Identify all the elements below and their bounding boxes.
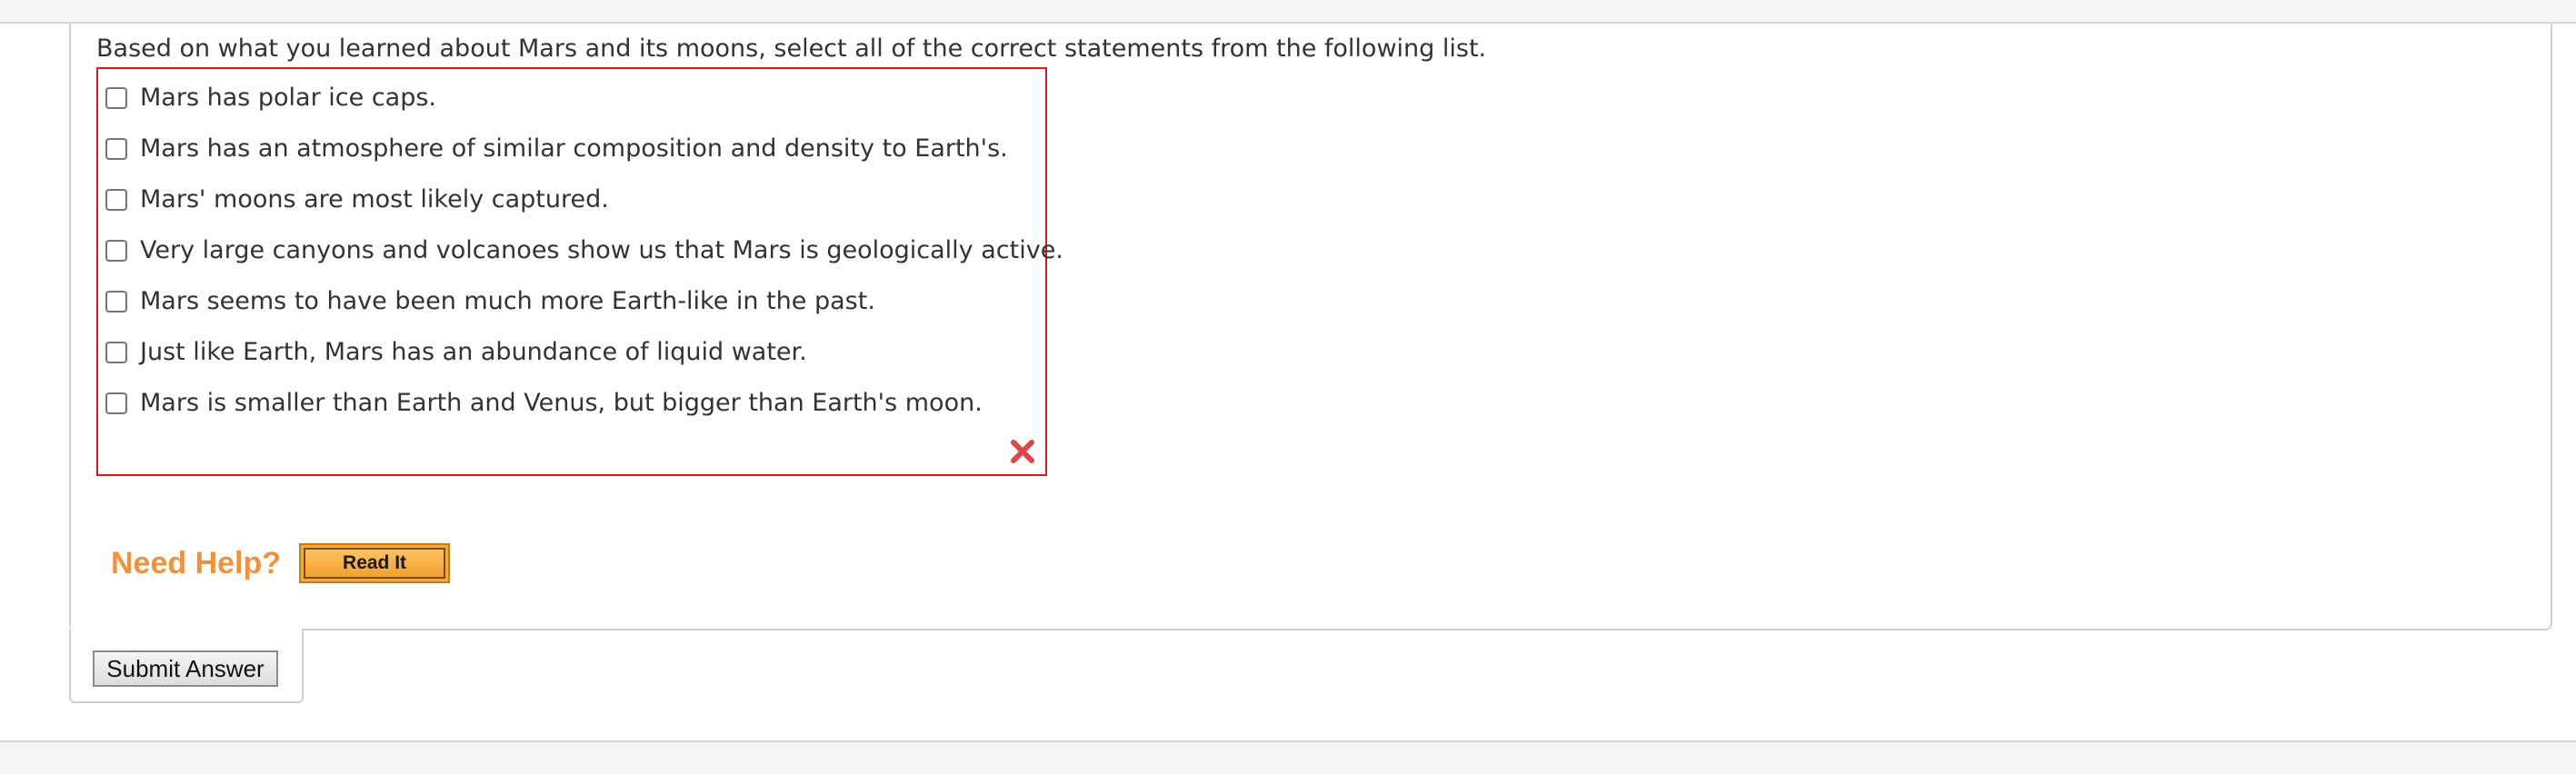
choice-checkbox[interactable] — [105, 291, 127, 313]
choice-label: Mars is smaller than Earth and Venus, bu… — [140, 389, 983, 417]
choice-label: Mars' moons are most likely captured. — [140, 185, 609, 213]
choice-label: Just like Earth, Mars has an abundance o… — [140, 338, 807, 366]
choice-option[interactable]: Mars' moons are most likely captured. — [105, 182, 609, 218]
choice-option[interactable]: Just like Earth, Mars has an abundance o… — [105, 334, 807, 371]
read-it-label: Read It — [304, 548, 446, 579]
read-it-button[interactable]: Read It — [299, 543, 451, 583]
choice-label: Mars seems to have been much more Earth-… — [140, 287, 875, 315]
choice-option[interactable]: Mars has polar ice caps. — [105, 80, 436, 116]
question-page: Based on what you learned about Mars and… — [0, 0, 2576, 774]
incorrect-x-icon — [1011, 440, 1034, 463]
choice-checkbox[interactable] — [105, 87, 127, 109]
choice-option[interactable]: Very large canyons and volcanoes show us… — [105, 233, 1063, 269]
choice-checkbox[interactable] — [105, 392, 127, 414]
choice-checkbox[interactable] — [105, 240, 127, 262]
choice-checkbox[interactable] — [105, 189, 127, 211]
need-help-label: Need Help? — [111, 545, 282, 580]
top-divider-band — [0, 0, 2576, 24]
choice-checkbox[interactable] — [105, 138, 127, 160]
submit-answer-button[interactable]: Submit Answer — [93, 650, 278, 687]
choice-option[interactable]: Mars is smaller than Earth and Venus, bu… — [105, 385, 983, 422]
question-prompt: Based on what you learned about Mars and… — [96, 35, 1487, 63]
choice-label: Mars has an atmosphere of similar compos… — [140, 134, 1008, 163]
bottom-divider-band — [0, 740, 2576, 774]
answer-choices-box: Mars has polar ice caps. Mars has an atm… — [96, 67, 1063, 476]
help-section: Need Help? Read It — [111, 543, 451, 583]
choice-label: Very large canyons and volcanoes show us… — [140, 236, 1063, 264]
choice-option[interactable]: Mars has an atmosphere of similar compos… — [105, 131, 1008, 167]
choice-option[interactable]: Mars seems to have been much more Earth-… — [105, 283, 875, 320]
choice-label: Mars has polar ice caps. — [140, 84, 437, 112]
choice-checkbox[interactable] — [105, 342, 127, 363]
